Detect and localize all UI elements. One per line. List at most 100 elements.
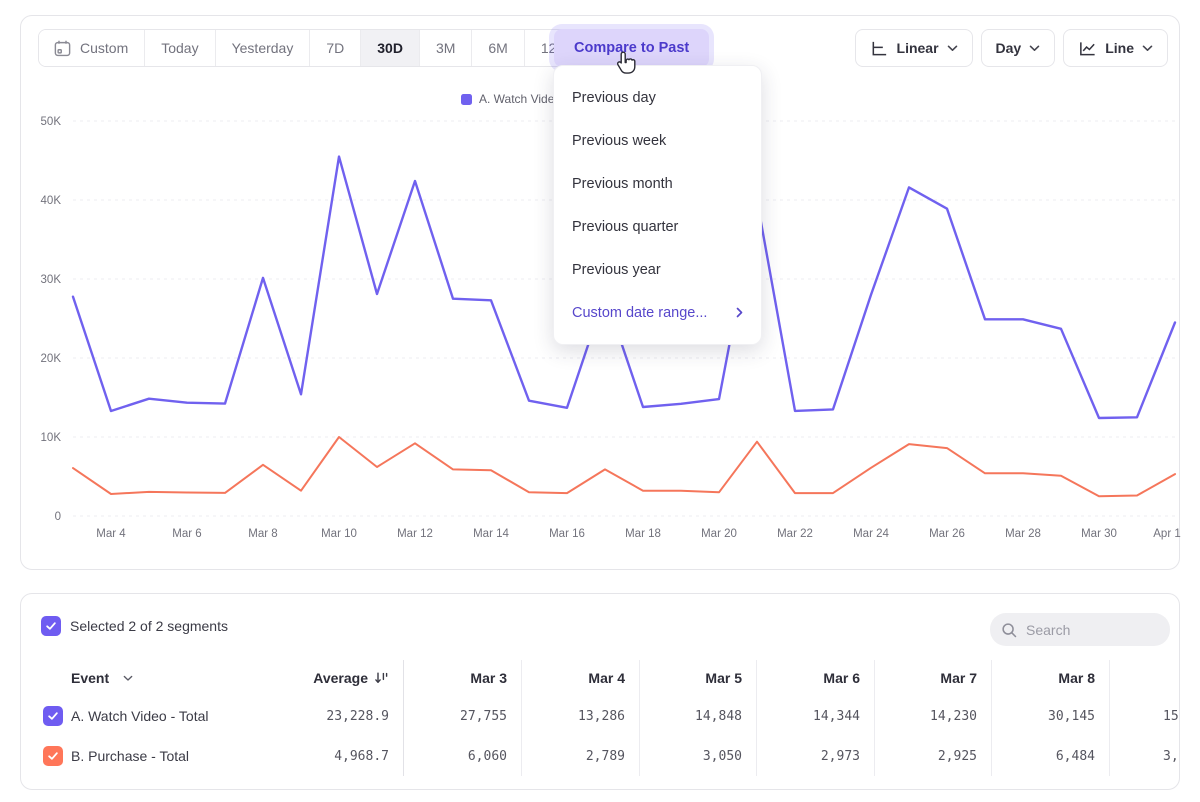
x-axis-label: Mar 12 — [397, 528, 433, 540]
x-axis-label: Mar 20 — [701, 528, 737, 540]
select-all-checkbox[interactable] — [41, 616, 61, 636]
x-axis-label: Mar 8 — [248, 528, 277, 540]
x-axis-label: Mar 30 — [1081, 528, 1117, 540]
column-header-event[interactable]: Event — [41, 660, 286, 696]
range-button-custom[interactable]: Custom — [39, 30, 144, 66]
series-a-swatch — [461, 94, 472, 105]
table-row: A. Watch Video - Total 23,228.9 27,755 1… — [21, 696, 1180, 736]
cell-value: 13,286 — [521, 696, 639, 736]
x-axis-label: Mar 10 — [321, 528, 357, 540]
line-chart-icon — [1078, 39, 1097, 58]
cell-value: 3, — [1109, 736, 1180, 776]
y-axis-label: 50K — [41, 116, 62, 128]
menu-item-previous-year[interactable]: Previous year — [554, 248, 761, 291]
cell-value: 27,755 — [403, 696, 521, 736]
menu-item-custom-date-range[interactable]: Custom date range... — [554, 291, 761, 334]
y-axis-label: 20K — [41, 353, 62, 365]
series-a-label: A. Watch Video — [479, 92, 561, 106]
linear-axis-icon — [870, 39, 889, 58]
x-axis-label: Mar 24 — [853, 528, 889, 540]
chart-type-label: Line — [1105, 40, 1134, 56]
column-header-average[interactable]: Average — [286, 660, 403, 696]
x-axis-label: Mar 22 — [777, 528, 813, 540]
cell-value: 2,973 — [756, 736, 874, 776]
cell-value: 14,848 — [639, 696, 756, 736]
chevron-down-icon — [1029, 45, 1040, 52]
cell-value: 14,344 — [756, 696, 874, 736]
cell-value: 6,484 — [991, 736, 1109, 776]
compare-to-past-button[interactable]: Compare to Past — [554, 29, 709, 67]
scale-label: Linear — [897, 40, 939, 56]
menu-item-previous-quarter[interactable]: Previous quarter — [554, 205, 761, 248]
column-header-mar3: Mar 3 — [403, 660, 521, 696]
granularity-label: Day — [996, 40, 1022, 56]
x-axis-label: Mar 28 — [1005, 528, 1041, 540]
x-axis-label: Mar 4 — [96, 528, 126, 540]
range-button-7d[interactable]: 7D — [309, 30, 360, 66]
table-header-row: Event Average Mar 3 Mar 4 Mar 5 Mar 6 Ma… — [21, 660, 1180, 696]
range-button-yesterday[interactable]: Yesterday — [215, 30, 310, 66]
selected-segments-text: Selected 2 of 2 segments — [70, 618, 228, 634]
column-header-mar7: Mar 7 — [874, 660, 991, 696]
cell-value: 15, — [1109, 696, 1180, 736]
x-axis-label: Mar 6 — [172, 528, 201, 540]
chart-controls: Linear Day Line — [855, 29, 1168, 67]
x-axis-label: Apr 1 — [1153, 528, 1181, 540]
row-checkbox[interactable] — [43, 746, 63, 766]
column-header-mar4: Mar 4 — [521, 660, 639, 696]
segments-table: Event Average Mar 3 Mar 4 Mar 5 Mar 6 Ma… — [21, 660, 1180, 776]
range-button-30d[interactable]: 30D — [360, 30, 419, 66]
y-axis-label: 30K — [41, 274, 62, 286]
range-label: Custom — [80, 40, 128, 56]
chevron-down-icon — [123, 675, 133, 682]
menu-item-previous-month[interactable]: Previous month — [554, 162, 761, 205]
column-header-mar6: Mar 6 — [756, 660, 874, 696]
x-axis-label: Mar 18 — [625, 528, 661, 540]
chevron-down-icon — [947, 45, 958, 52]
cell-value: 14,230 — [874, 696, 991, 736]
scale-select-button[interactable]: Linear — [855, 29, 973, 67]
cell-value: 30,145 — [991, 696, 1109, 736]
chevron-right-icon — [736, 307, 743, 318]
granularity-select-button[interactable]: Day — [981, 29, 1056, 67]
chevron-down-icon — [1142, 45, 1153, 52]
table-row: B. Purchase - Total 4,968.7 6,060 2,789 … — [21, 736, 1180, 776]
range-button-today[interactable]: Today — [144, 30, 214, 66]
cell-value: 6,060 — [403, 736, 521, 776]
range-button-3m[interactable]: 3M — [419, 30, 471, 66]
cell-value: 2,925 — [874, 736, 991, 776]
row-label: A. Watch Video - Total — [71, 708, 208, 724]
x-axis-label: Mar 14 — [473, 528, 509, 540]
sort-desc-icon — [374, 671, 389, 686]
column-header-mar9: Mar 9 — [1109, 660, 1180, 696]
cell-value: 2,789 — [521, 736, 639, 776]
search-box — [990, 613, 1170, 646]
cell-average: 23,228.9 — [286, 696, 403, 736]
menu-item-previous-day[interactable]: Previous day — [554, 76, 761, 119]
search-input[interactable] — [1026, 622, 1156, 638]
x-axis-label: Mar 26 — [929, 528, 965, 540]
chart-type-select-button[interactable]: Line — [1063, 29, 1168, 67]
x-axis-label: Mar 16 — [549, 528, 585, 540]
column-header-mar5: Mar 5 — [639, 660, 756, 696]
y-axis-label: 40K — [41, 195, 62, 207]
column-header-mar8: Mar 8 — [991, 660, 1109, 696]
event-header-label: Event — [43, 670, 109, 686]
cell-average: 4,968.7 — [286, 736, 403, 776]
search-icon — [1000, 621, 1018, 639]
menu-item-previous-week[interactable]: Previous week — [554, 119, 761, 162]
legend-item-a[interactable]: A. Watch Video — [461, 92, 561, 106]
average-header-label: Average — [313, 670, 368, 686]
y-axis-label: 0 — [55, 511, 61, 523]
segments-panel: Selected 2 of 2 segments Event Average — [20, 593, 1180, 790]
compare-dropdown-menu: Previous day Previous week Previous mont… — [553, 65, 762, 345]
y-axis-label: 10K — [41, 432, 62, 444]
calendar-icon — [53, 39, 72, 58]
custom-date-range-label: Custom date range... — [572, 305, 707, 321]
cell-value: 3,050 — [639, 736, 756, 776]
series-line-b — [73, 437, 1175, 496]
row-label: B. Purchase - Total — [71, 748, 189, 764]
range-button-6m[interactable]: 6M — [471, 30, 523, 66]
date-range-button-group: Custom Today Yesterday 7D 30D 3M 6M 12M — [38, 29, 585, 67]
row-checkbox[interactable] — [43, 706, 63, 726]
